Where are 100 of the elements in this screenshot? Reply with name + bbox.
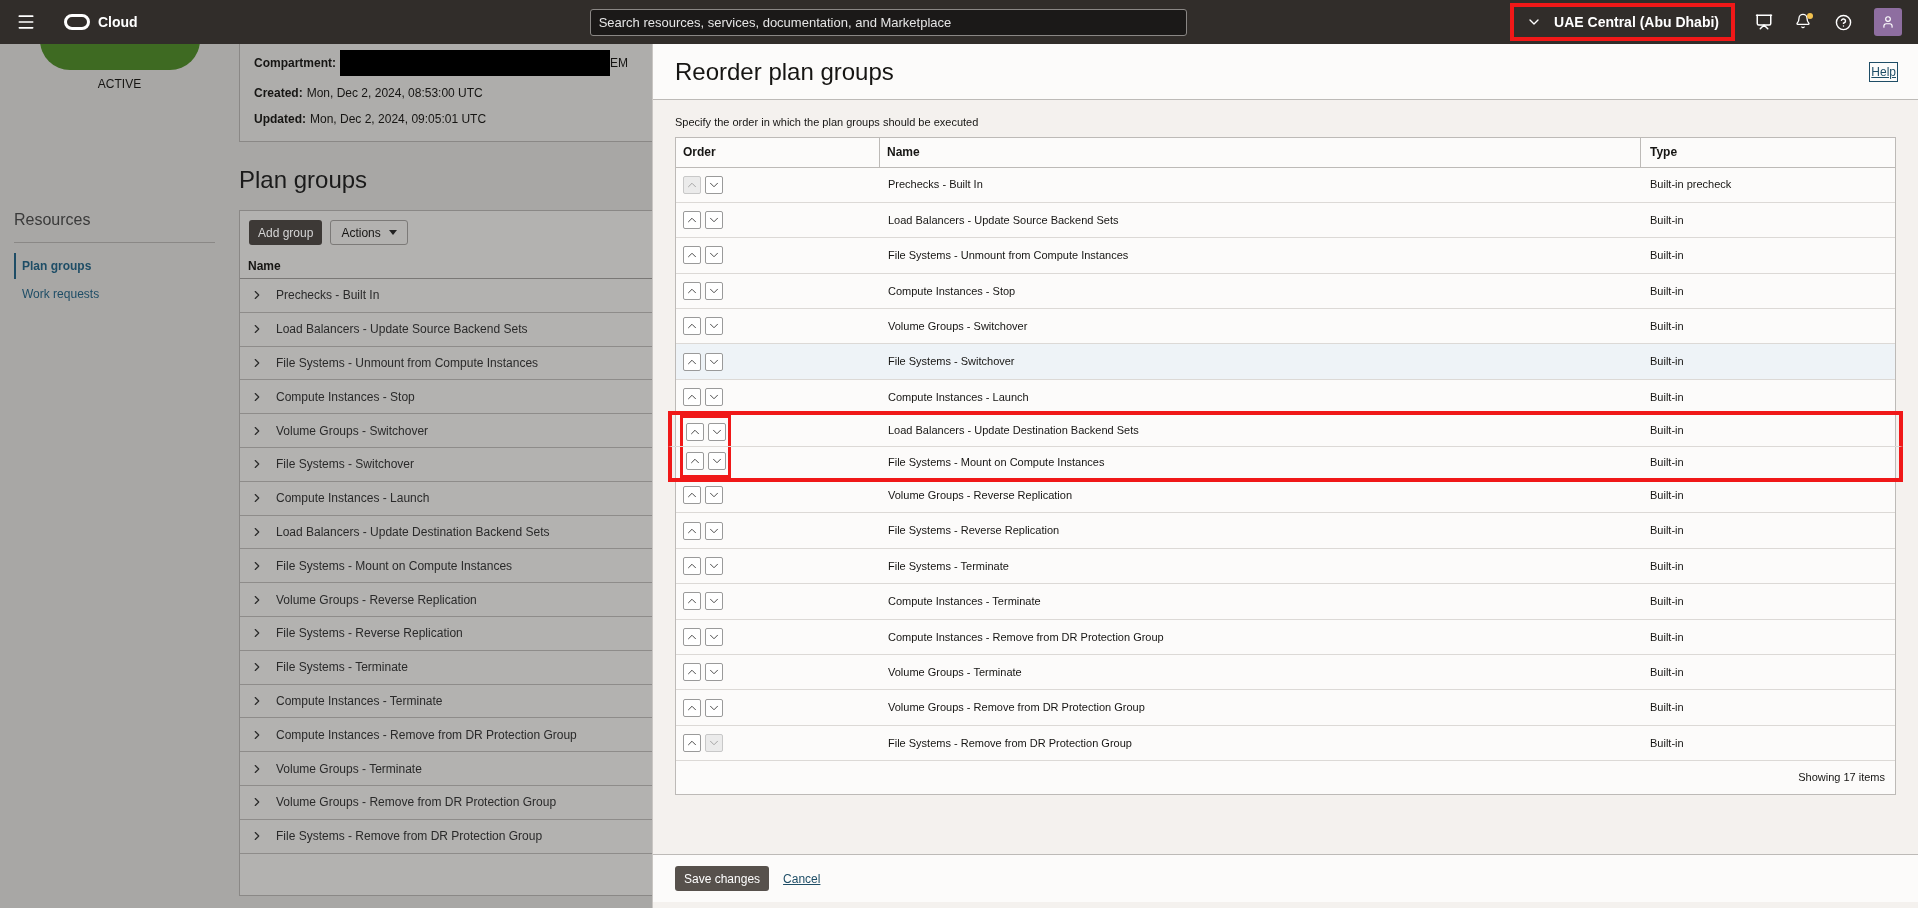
move-up-button[interactable] xyxy=(683,521,701,540)
table-row[interactable]: File Systems - Mount on Compute Instances Built-in xyxy=(668,446,1903,482)
move-up-button[interactable] xyxy=(683,698,701,717)
move-up-button[interactable] xyxy=(683,557,701,575)
move-up-button[interactable] xyxy=(683,281,701,300)
move-down-button[interactable] xyxy=(708,422,726,441)
dialog-title: Reorder plan groups xyxy=(675,56,894,87)
move-down-button[interactable] xyxy=(705,281,723,300)
move-down-button[interactable] xyxy=(705,592,723,611)
table-row[interactable]: File Systems - Remove from DR Protection Group Built-in xyxy=(676,725,1895,762)
move-down-button[interactable] xyxy=(705,627,723,646)
table-row[interactable]: Volume Groups - Reverse Replication Built-in xyxy=(676,478,1895,514)
avatar[interactable] xyxy=(1874,8,1902,36)
move-down-button[interactable] xyxy=(705,663,723,682)
move-down-button[interactable] xyxy=(705,317,723,336)
table-cell-text: Built-in xyxy=(1649,283,1685,299)
move-up-button[interactable] xyxy=(683,388,701,407)
table-row[interactable]: File Systems - Terminate Built-in xyxy=(676,548,1895,585)
resources-heading: Resources xyxy=(14,208,215,243)
help-link[interactable]: Help xyxy=(1869,61,1898,82)
region-selector[interactable]: UAE Central (Abu Dhabi) xyxy=(1510,3,1735,41)
move-down-button[interactable] xyxy=(705,486,723,505)
move-down-button[interactable] xyxy=(705,175,723,194)
move-up-button[interactable] xyxy=(683,246,701,265)
move-up-button[interactable] xyxy=(683,352,701,371)
move-down-button[interactable] xyxy=(705,388,723,407)
move-up-button[interactable] xyxy=(683,592,701,611)
table-row[interactable]: File Systems - Unmount from Compute Instances Built-in xyxy=(676,238,1895,274)
table-row[interactable]: Compute Instances - Remove from DR Protection Group Built-in xyxy=(676,619,1895,655)
table-cell-text: Built-in xyxy=(1649,735,1685,751)
move-down-button[interactable] xyxy=(705,521,723,540)
status-label: ACTIVE xyxy=(97,76,142,93)
move-up-button[interactable] xyxy=(683,317,701,336)
item-count: Showing 17 items xyxy=(1798,770,1885,786)
menu-icon[interactable] xyxy=(16,12,36,32)
plan-group-name: Volume Groups - Remove from DR Protection Group xyxy=(276,794,557,812)
table-cell-text: Built-in xyxy=(1649,354,1685,370)
move-down-button[interactable] xyxy=(705,246,723,265)
table-row[interactable]: Load Balancers - Update Source Backend Sets Built-in xyxy=(676,202,1895,239)
resource-link[interactable]: Work requests xyxy=(14,281,215,307)
move-down-button[interactable] xyxy=(705,211,723,230)
move-down-button[interactable] xyxy=(705,557,723,575)
column-header: Name xyxy=(880,137,1641,167)
column-header: Name xyxy=(240,254,652,279)
table-cell-text: Built-in xyxy=(1649,248,1685,264)
move-up-button[interactable] xyxy=(683,663,701,682)
table-cell-text: Built-in xyxy=(1649,389,1685,405)
presentation-icon[interactable] xyxy=(1755,13,1773,31)
table-cell-text: Compute Instances - Remove from DR Protection Group xyxy=(887,629,1165,645)
move-down-button[interactable] xyxy=(705,698,723,717)
move-up-button[interactable] xyxy=(683,211,701,230)
table-row[interactable]: File Systems - Reverse Replication Built-in xyxy=(676,513,1895,549)
search-field[interactable]: Search resources, services, documentation, and Marketplace xyxy=(589,8,1187,36)
resource-link[interactable]: Plan groups xyxy=(14,253,215,279)
table-cell-text: Built-in xyxy=(1649,455,1685,471)
help-icon[interactable] xyxy=(1835,13,1852,31)
plan-group-name: Compute Instances - Remove from DR Protection Group xyxy=(276,726,577,744)
move-up-button[interactable] xyxy=(683,627,701,646)
move-up-button[interactable] xyxy=(683,486,701,505)
add-group-button[interactable]: Add group xyxy=(249,220,323,245)
notification-bell-icon[interactable] xyxy=(1795,13,1813,31)
table-cell-text: Built-in xyxy=(1649,664,1685,680)
cancel-link[interactable]: Cancel xyxy=(783,869,821,888)
table-cell-text: File Systems - Switchover xyxy=(887,354,1016,370)
table-row[interactable]: Prechecks - Built In Built-in precheck xyxy=(676,167,1895,203)
table-row[interactable]: File Systems - Switchover Built-in xyxy=(676,344,1895,380)
table-cell-text: Volume Groups - Remove from DR Protection Group xyxy=(887,700,1146,716)
move-down-button[interactable] xyxy=(705,352,723,371)
table-row[interactable]: Compute Instances - Stop Built-in xyxy=(676,273,1895,310)
table-cell-text: Compute Instances - Launch xyxy=(887,389,1030,405)
dialog-description: Specify the order in which the plan groups should be executed xyxy=(675,115,980,130)
table-cell-text: Built-in xyxy=(1649,700,1685,716)
move-up-button[interactable] xyxy=(686,451,704,470)
logo-icon xyxy=(64,14,90,30)
save-changes-button[interactable]: Save changes xyxy=(675,866,770,891)
move-down-button[interactable] xyxy=(708,451,726,470)
table-cell-text: Built-in xyxy=(1649,423,1685,439)
table-row[interactable]: Volume Groups - Remove from DR Protection Group Built-in xyxy=(676,690,1895,726)
plan-group-name: Load Balancers - Update Destination Backend Sets xyxy=(276,523,550,541)
table-row[interactable]: Compute Instances - Launch Built-in xyxy=(676,379,1895,416)
table-cell-text: Built-in xyxy=(1649,558,1685,574)
brand-name[interactable]: Cloud xyxy=(98,11,138,33)
table-cell-text: Volume Groups - Reverse Replication xyxy=(887,487,1074,503)
move-up-button[interactable] xyxy=(683,733,701,752)
table-cell-text: File Systems - Remove from DR Protection Group xyxy=(887,735,1133,751)
actions-button[interactable]: Actions xyxy=(330,220,408,245)
table-cell-text: Compute Instances - Stop xyxy=(887,283,1017,299)
caret-icon xyxy=(388,230,397,235)
table-row[interactable]: Load Balancers - Update Destination Backend Sets Built-in xyxy=(668,411,1903,447)
plan-group-name: File Systems - Terminate xyxy=(276,659,408,677)
table-row[interactable]: Compute Instances - Terminate Built-in xyxy=(676,584,1895,620)
detail-label: Created: xyxy=(254,85,303,102)
table-row[interactable]: Volume Groups - Terminate Built-in xyxy=(676,654,1895,691)
table-cell-text: File Systems - Reverse Replication xyxy=(887,523,1061,539)
plan-group-name: Volume Groups - Terminate xyxy=(276,760,422,778)
plan-group-name: Prechecks - Built In xyxy=(276,287,380,305)
plan-group-name: File Systems - Mount on Compute Instances xyxy=(276,557,513,575)
move-up-button[interactable] xyxy=(686,422,704,441)
table-cell-text: Load Balancers - Update Destination Backend Sets xyxy=(887,423,1140,439)
table-cell-text: Built-in xyxy=(1649,594,1685,610)
